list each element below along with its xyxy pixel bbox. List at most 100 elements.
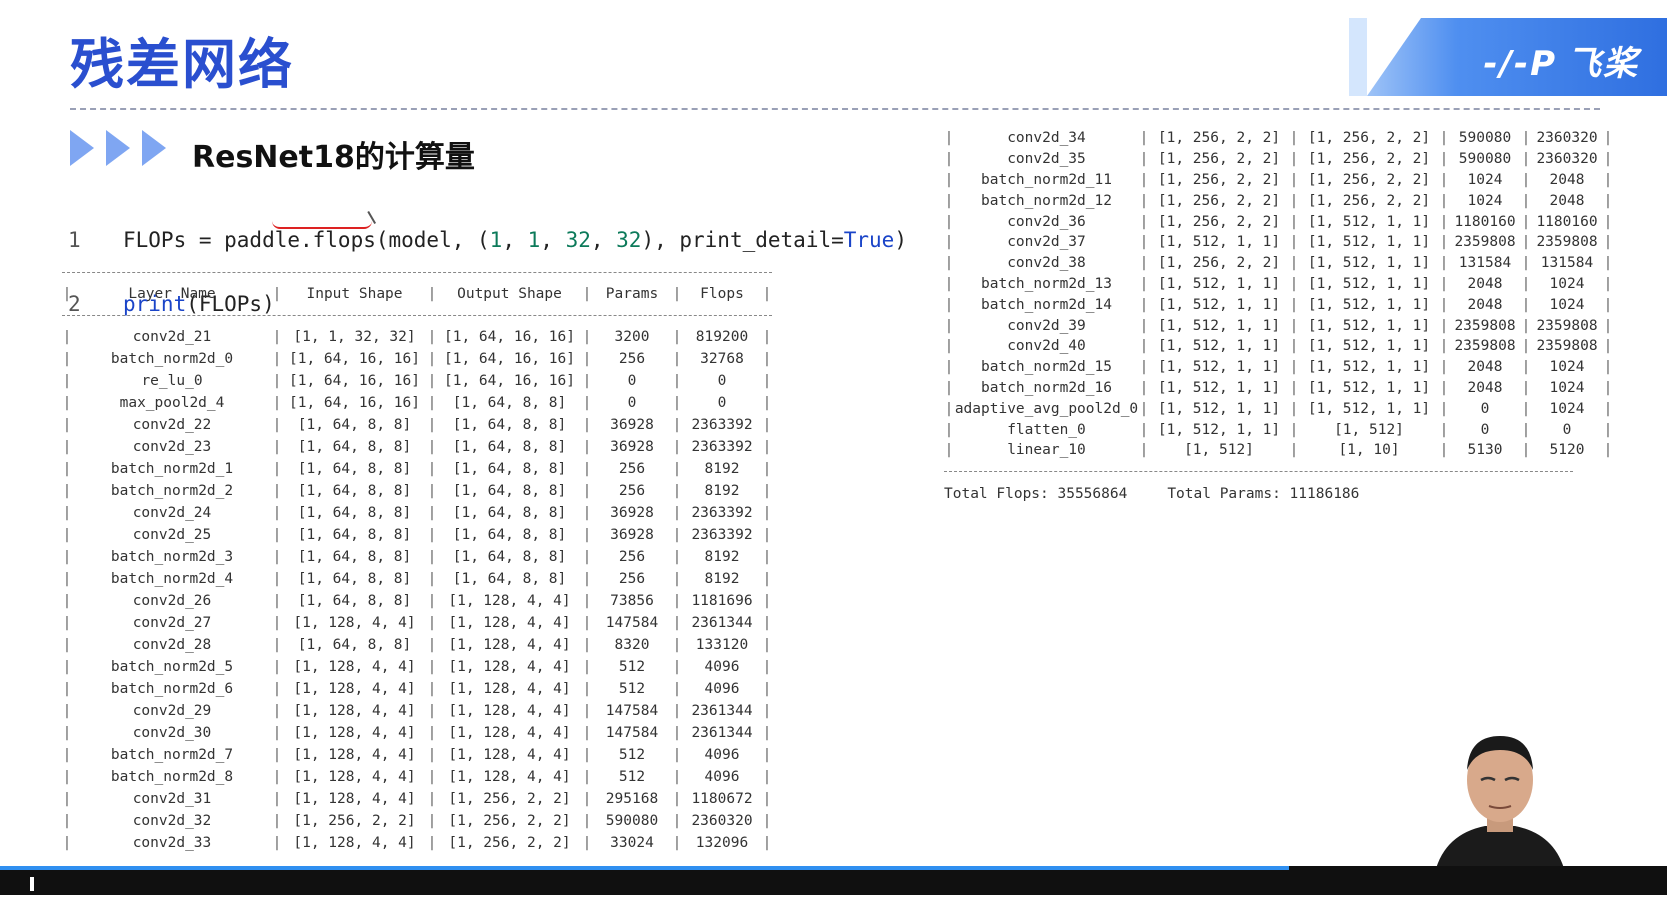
table-cell: 8192 (704, 483, 740, 499)
table-cell: conv2d_27 (132, 615, 212, 631)
table-border: | (1521, 192, 1531, 209)
table-border: | (272, 747, 282, 763)
table-border: | (62, 527, 72, 543)
table-cell: conv2d_40 (1007, 338, 1086, 355)
table-cell: [1, 512, 1, 1] (1157, 400, 1281, 417)
table-border: | (62, 747, 72, 763)
table-border: | (427, 681, 437, 697)
table-border: | (1603, 317, 1613, 334)
table-cell: 590080 (1458, 151, 1512, 168)
table-cell: adaptive_avg_pool2d_0 (954, 400, 1139, 417)
table-row: | flatten_0 | [1, 512, 1, 1] | [1, 512] | 0 | 0 | (944, 419, 1613, 440)
table-border: | (427, 593, 437, 609)
table-cell: [1, 64, 8, 8] (297, 527, 412, 543)
table-border: | (1139, 442, 1149, 459)
table-border: | (1521, 317, 1531, 334)
table-border: | (1439, 234, 1449, 251)
table-border: | (62, 483, 72, 499)
table-border: | (1521, 296, 1531, 313)
table-cell: batch_norm2d_5 (110, 659, 234, 675)
table-cell: 0 (627, 395, 637, 411)
table-border: | (272, 549, 282, 565)
table-cell: 2048 (1467, 359, 1503, 376)
table-border: | (1603, 442, 1613, 459)
table-border: | (1289, 442, 1299, 459)
table-border: | (582, 703, 592, 719)
table-cell: [1, 128, 4, 4] (293, 835, 416, 851)
video-progress-bar[interactable] (0, 866, 1289, 870)
code-text: , (540, 228, 566, 252)
table-cell: 590080 (605, 813, 659, 829)
table-cell: 0 (1562, 421, 1572, 438)
table-border: | (762, 351, 772, 367)
pause-icon[interactable] (30, 876, 44, 910)
table-border: | (427, 747, 437, 763)
table-border: | (272, 637, 282, 653)
table-cell: 512 (618, 769, 646, 785)
table-border: | (582, 483, 592, 499)
table-cell: conv2d_35 (1007, 151, 1086, 168)
table-cell: [1, 256, 2, 2] (448, 835, 571, 851)
table-cell: [1, 128, 4, 4] (448, 615, 571, 631)
table-cell: 0 (627, 373, 637, 389)
table-cell: 2360320 (691, 813, 753, 829)
table-cell: 32768 (700, 351, 744, 367)
table-border: | (1521, 130, 1531, 147)
table-cell: 2048 (1467, 275, 1503, 292)
table-cell: [1, 64, 8, 8] (297, 549, 412, 565)
code-text: , (502, 228, 528, 252)
table-cell: 147584 (605, 703, 659, 719)
table-border: | (427, 571, 437, 587)
table-row: | conv2d_30 | [1, 128, 4, 4] | [1, 128, 4, 4]… (62, 722, 772, 744)
code-number: 1 (489, 228, 503, 252)
table-row: | batch_norm2d_7 | [1, 128, 4, 4] | [1, 128, … (62, 744, 772, 766)
table-border: | (944, 130, 954, 147)
table-cell: 256 (618, 571, 646, 587)
table-border: | (62, 549, 72, 565)
table-cell: 2048 (1467, 379, 1503, 396)
table-border: | (427, 549, 437, 565)
table-border: | (672, 769, 682, 785)
table-border: | (1289, 421, 1299, 438)
table-border: | (762, 417, 772, 433)
table-border: | (1439, 317, 1449, 334)
table-border: | (582, 615, 592, 631)
table-cell: [1, 128, 4, 4] (448, 725, 571, 741)
table-border: | (762, 703, 772, 719)
table-cell: 5130 (1467, 442, 1503, 459)
table-border: | (762, 549, 772, 565)
table-row: | batch_norm2d_12 | [1, 256, 2, 2] | [1, 256,… (944, 190, 1613, 211)
table-border: | (1139, 359, 1149, 376)
table-cell: [1, 512, 1, 1] (1157, 359, 1281, 376)
table-cell: 4096 (704, 747, 740, 763)
table-cell: 0 (717, 395, 727, 411)
table-border: | (672, 835, 682, 851)
table-cell: conv2d_38 (1007, 255, 1086, 272)
table-border: | (1139, 421, 1149, 438)
table-cell: batch_norm2d_2 (110, 483, 234, 499)
table-border: | (62, 351, 72, 367)
table-border: | (762, 747, 772, 763)
table-border: | (762, 791, 772, 807)
header-divider (70, 108, 1600, 110)
table-row: | conv2d_40 | [1, 512, 1, 1] | [1, 512, 1, 1]… (944, 336, 1613, 357)
table-border: | (1439, 151, 1449, 168)
table-border: | (582, 351, 592, 367)
table-cell: 1024 (1549, 359, 1585, 376)
table-cell: conv2d_21 (132, 329, 212, 345)
table-border: | (1289, 213, 1299, 230)
table-border: | (62, 637, 72, 653)
table-cell: [1, 64, 16, 16] (444, 373, 575, 389)
table-border: | (944, 213, 954, 230)
table-border: | (1289, 151, 1299, 168)
table-border: | (582, 791, 592, 807)
table-border: | (272, 571, 282, 587)
table-border: | (62, 417, 72, 433)
table-cell: [1, 128, 4, 4] (448, 593, 571, 609)
table-border: | (762, 439, 772, 455)
table-cell: [1, 64, 16, 16] (444, 351, 575, 367)
table-border: | (272, 835, 282, 851)
table-border: | (944, 296, 954, 313)
table-border: | (62, 395, 72, 411)
table-border: | (427, 769, 437, 785)
